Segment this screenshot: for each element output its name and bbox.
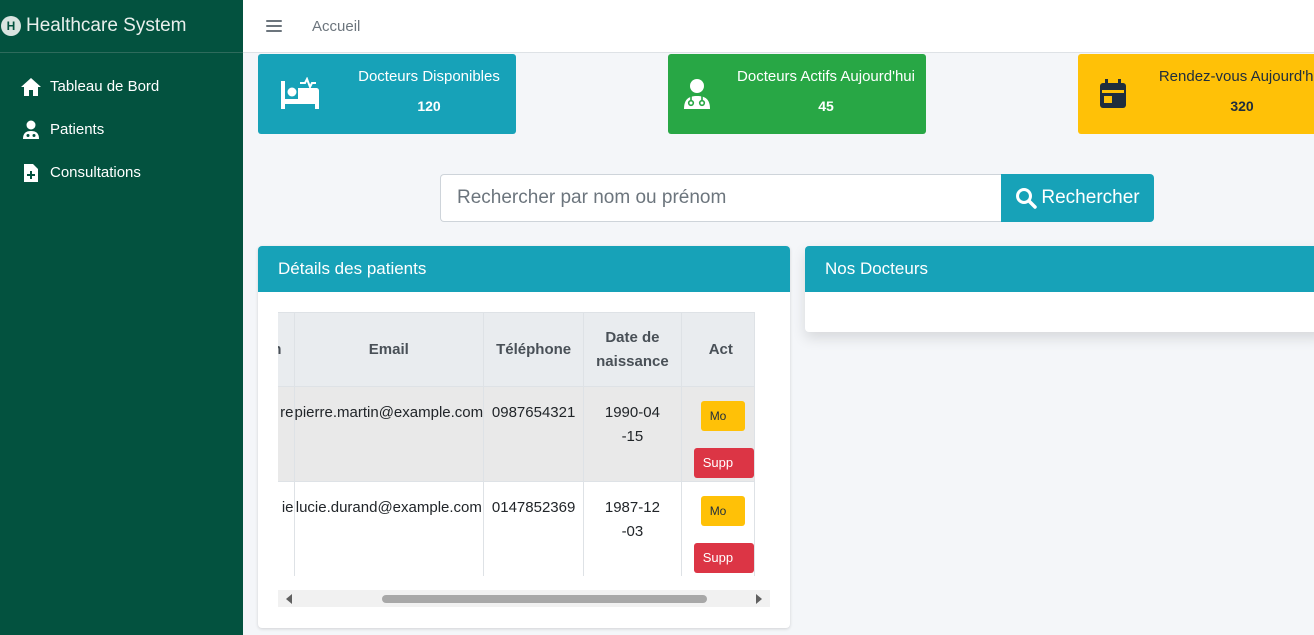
search-button-label: Rechercher [1041,187,1140,208]
search-icon [1016,188,1038,209]
cell-name: re [278,386,295,482]
column-header-email[interactable]: Email [293,312,485,387]
stat-label: Rendez-vous Aujourd'hui [1158,68,1314,85]
sidebar-item-consultations[interactable]: Consultations [0,151,243,194]
modify-button[interactable]: Mo [700,496,745,526]
brand[interactable]: H Healthcare System [0,0,243,53]
column-header-actions[interactable]: Act [680,312,755,387]
horizontal-scrollbar[interactable] [278,590,770,607]
doctors-card: Nos Docteurs [805,246,1314,332]
cell-actions: Mo Supp [680,481,755,576]
stat-value: 320 [1230,98,1254,114]
cell-phone: 0987654321 [483,386,585,482]
stat-value: 120 [417,98,441,114]
sidebar-item-label: Patients [50,121,105,138]
cell-email: lucie.durand@example.com [293,481,485,576]
stat-docteurs-disponibles: Docteurs Disponibles 120 [258,54,516,134]
search-input[interactable] [440,174,1001,222]
table-row: re pierre.martin@example.com 0987654321 … [278,386,755,482]
cell-dob: 1990-04-15 [583,386,682,482]
sidebar-nav: Tableau de Bord Patients Consultations [0,65,243,194]
delete-button[interactable]: Supp [693,448,754,478]
column-header-nom[interactable]: om [278,312,295,387]
topbar: Accueil [243,0,1314,53]
stat-rendez-vous: Rendez-vous Aujourd'hui 320 [1078,54,1314,134]
cell-dob-text: 1990-04-15 [604,404,660,445]
table-header-row: om Email Téléphone Date de naissance Act [278,312,755,387]
stat-label: Docteurs Actifs Aujourd'hui [737,68,915,85]
brand-logo-icon: H [1,16,21,36]
file-medical-icon [20,162,42,184]
stat-value: 45 [818,98,834,114]
patients-card-title: Détails des patients [258,246,790,292]
delete-button[interactable]: Supp [693,543,754,573]
scrollbar-thumb[interactable] [382,595,707,603]
cell-dob-text: 1987-12-03 [604,499,660,540]
brand-title: Healthcare System [26,15,187,36]
cell-phone: 0147852369 [483,481,585,576]
stat-docteurs-actifs: Docteurs Actifs Aujourd'hui 45 [668,54,926,134]
sidebar-item-dashboard[interactable]: Tableau de Bord [0,65,243,108]
sidebar-item-label: Tableau de Bord [50,78,160,95]
bed-patient-icon [258,54,342,134]
patients-table: om Email Téléphone Date de naissance Act… [278,312,755,576]
scroll-left-arrow-icon[interactable] [286,594,292,604]
home-icon [20,76,42,98]
cell-email: pierre.martin@example.com [293,386,485,482]
hamburger-icon[interactable] [266,19,282,33]
sidebar-item-label: Consultations [50,164,141,181]
cell-name: ie [278,481,295,576]
cell-actions: Mo Supp [680,386,755,482]
calendar-icon [1078,54,1148,134]
sidebar-item-patients[interactable]: Patients [0,108,243,151]
column-header-telephone[interactable]: Téléphone [483,312,585,387]
stat-label: Docteurs Disponibles [358,68,500,85]
scroll-right-arrow-icon[interactable] [756,594,762,604]
search-bar: Rechercher [440,174,1154,222]
search-button[interactable]: Rechercher [1001,174,1154,222]
column-header-date-naissance[interactable]: Date de naissance [583,312,682,387]
patients-table-wrapper: om Email Téléphone Date de naissance Act… [278,312,770,576]
table-row: ie lucie.durand@example.com 0147852369 1… [278,481,755,576]
patients-card: Détails des patients om Email Téléphone … [258,246,790,628]
sidebar: H Healthcare System Tableau de Bord Pati… [0,0,243,635]
cell-dob: 1987-12-03 [583,481,682,576]
doctors-card-title: Nos Docteurs [805,246,1314,292]
home-link[interactable]: Accueil [312,18,360,35]
user-doctor-icon [20,119,42,141]
user-doctor-icon [668,54,726,134]
modify-button[interactable]: Mo [700,401,745,431]
